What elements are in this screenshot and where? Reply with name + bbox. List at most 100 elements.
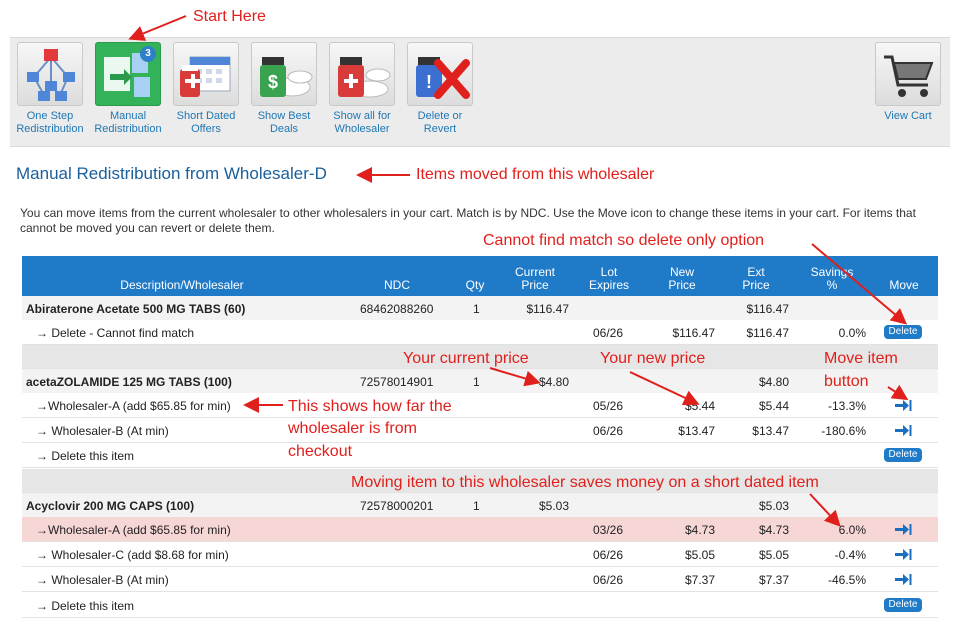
intro-text: You can move items from the current whol… <box>20 206 916 235</box>
col-label: % <box>826 278 838 292</box>
cell-ext: $4.80 <box>758 375 789 389</box>
col-description: Description/Wholesaler <box>120 278 244 292</box>
cell-ndc: 72578014901 <box>360 375 434 389</box>
col-ext-price: Ext Price <box>732 266 780 292</box>
col-label: Expires <box>588 278 629 292</box>
col-move: Move <box>889 278 919 292</box>
delete-button[interactable]: Delete <box>884 448 922 462</box>
option-row: →Wholesaler-A (add $65.85 for min) 05/26 $… <box>22 393 938 418</box>
page-title: Manual Redistribution from Wholesaler-D <box>16 164 327 183</box>
cell-ext: $116.47 <box>746 302 790 316</box>
tool-label: Offers <box>191 123 221 135</box>
move-item-icon[interactable] <box>894 548 912 561</box>
delete-button[interactable]: Delete <box>884 598 922 612</box>
table-header: Description/Wholesaler NDC Qty Current Pr… <box>22 256 938 296</box>
option-row: → Wholesaler-B (At min) 06/26 $7.37 $7.37 -4… <box>22 567 938 592</box>
cell-ext: $5.05 <box>758 548 789 562</box>
cell-desc: Abiraterone Acetate 500 MG TABS (60) <box>26 302 246 316</box>
tool-label: Delete or <box>417 110 463 122</box>
annotation-saves: Moving item to this wholesaler saves mon… <box>351 474 819 491</box>
annotation-move-button-1: Move item <box>824 350 898 367</box>
cell-desc: → Delete - Cannot find match <box>36 326 195 340</box>
move-item-icon[interactable] <box>894 523 912 536</box>
tool-label: Redistribution <box>16 123 84 135</box>
cell-ext: $5.03 <box>758 499 789 513</box>
cell-lot: 06/26 <box>593 326 624 340</box>
tool-label: View Cart <box>884 110 932 122</box>
product-row: Acyclovir 200 MG CAPS (100) 72578000201 1 $… <box>22 493 938 518</box>
cell-ndc: 68462088260 <box>360 302 434 316</box>
annotation-how-far-2: wholesaler is from <box>288 420 417 437</box>
cell-desc: →Wholesaler-A (add $65.85 for min) <box>36 523 231 537</box>
pills-icon <box>329 42 395 106</box>
cell-savings: 0.0% <box>838 326 866 340</box>
shopping-cart-icon <box>875 42 941 106</box>
col-savings: Savings% <box>804 266 860 292</box>
tool-label: Deals <box>269 123 299 135</box>
tool-label: Show all for <box>333 110 391 122</box>
cell-desc: → Wholesaler-B (At min) <box>36 424 169 438</box>
option-row: → Delete this item Delete <box>22 443 938 468</box>
delete-or-revert-button[interactable]: ! Delete or Revert <box>404 42 476 136</box>
cell-ext: $116.47 <box>746 326 790 340</box>
cell-qty: 1 <box>473 302 480 316</box>
calendar-icon <box>173 42 239 106</box>
cell-savings: -13.3% <box>827 399 866 413</box>
cell-new: $7.37 <box>684 573 715 587</box>
annotation-how-far-1: This shows how far the <box>288 398 452 415</box>
option-row: → Wholesaler-B (At min) 06/26 $13.47 $13.47… <box>22 418 938 443</box>
dollar-bottle-icon: $ <box>251 42 317 106</box>
cell-new: $116.47 <box>672 326 716 340</box>
cell-current: $5.03 <box>538 499 569 513</box>
show-best-deals-button[interactable]: $ Show Best Deals <box>248 42 320 136</box>
toolbar: One Step Redistribution 3 Manual Redistrib… <box>10 37 950 147</box>
cell-ndc: 72578000201 <box>360 499 434 513</box>
cell-new: $5.44 <box>684 399 715 413</box>
cell-lot: 06/26 <box>593 548 624 562</box>
cell-savings: -180.6% <box>821 424 866 438</box>
cell-qty: 1 <box>473 499 480 513</box>
col-label: Price <box>742 278 770 292</box>
cell-lot: 06/26 <box>593 424 624 438</box>
option-row: → Delete - Cannot find match 06/26 $116.47… <box>22 320 938 345</box>
move-item-icon[interactable] <box>894 399 912 412</box>
col-qty: Qty <box>465 278 485 292</box>
col-new-price: New Price <box>658 266 706 292</box>
cell-ext: $13.47 <box>752 424 789 438</box>
move-item-icon[interactable] <box>894 573 912 586</box>
cell-lot: 03/26 <box>593 523 624 537</box>
short-dated-offers-button[interactable]: Short Dated Offers <box>170 42 242 136</box>
cell-qty: 1 <box>473 375 480 389</box>
count-badge: 3 <box>140 46 156 62</box>
annotation-new-price: Your new price <box>600 350 706 367</box>
col-ndc: NDC <box>384 278 410 292</box>
network-icon <box>17 42 83 106</box>
cell-new: $4.73 <box>684 523 715 537</box>
cell-ext: $7.37 <box>758 573 789 587</box>
show-all-for-wholesaler-button[interactable]: Show all for Wholesaler <box>326 42 398 136</box>
tool-label: Short Dated <box>176 110 236 122</box>
cell-current: $116.47 <box>526 302 570 316</box>
annotation-start-here: Start Here <box>193 8 266 25</box>
cell-desc: → Delete this item <box>36 449 135 463</box>
cell-ext: $4.73 <box>758 523 789 537</box>
redistribute-icon: 3 <box>95 42 161 106</box>
cell-savings: -46.5% <box>827 573 866 587</box>
cell-desc: →Wholesaler-A (add $65.85 for min) <box>36 399 231 413</box>
col-label: Price <box>668 278 696 292</box>
one-step-redistribution-button[interactable]: One Step Redistribution <box>14 42 86 136</box>
tool-label: Manual <box>109 110 147 122</box>
delete-button[interactable]: Delete <box>884 325 922 339</box>
col-lot-expires: Lot Expires <box>582 266 636 292</box>
annotation-move-button-2: button <box>824 373 869 390</box>
annotation-cannot-find: Cannot find match so delete only option <box>483 232 765 249</box>
cell-lot: 05/26 <box>593 399 624 413</box>
tool-label: One Step <box>26 110 74 122</box>
cell-desc: → Wholesaler-B (At min) <box>36 573 169 587</box>
svg-text:!: ! <box>426 72 432 92</box>
manual-redistribution-button[interactable]: 3 Manual Redistribution <box>92 42 164 136</box>
product-row: Abiraterone Acetate 500 MG TABS (60) 6846… <box>22 296 938 321</box>
view-cart-button[interactable]: View Cart <box>872 42 944 123</box>
svg-text:$: $ <box>268 72 278 92</box>
move-item-icon[interactable] <box>894 424 912 437</box>
